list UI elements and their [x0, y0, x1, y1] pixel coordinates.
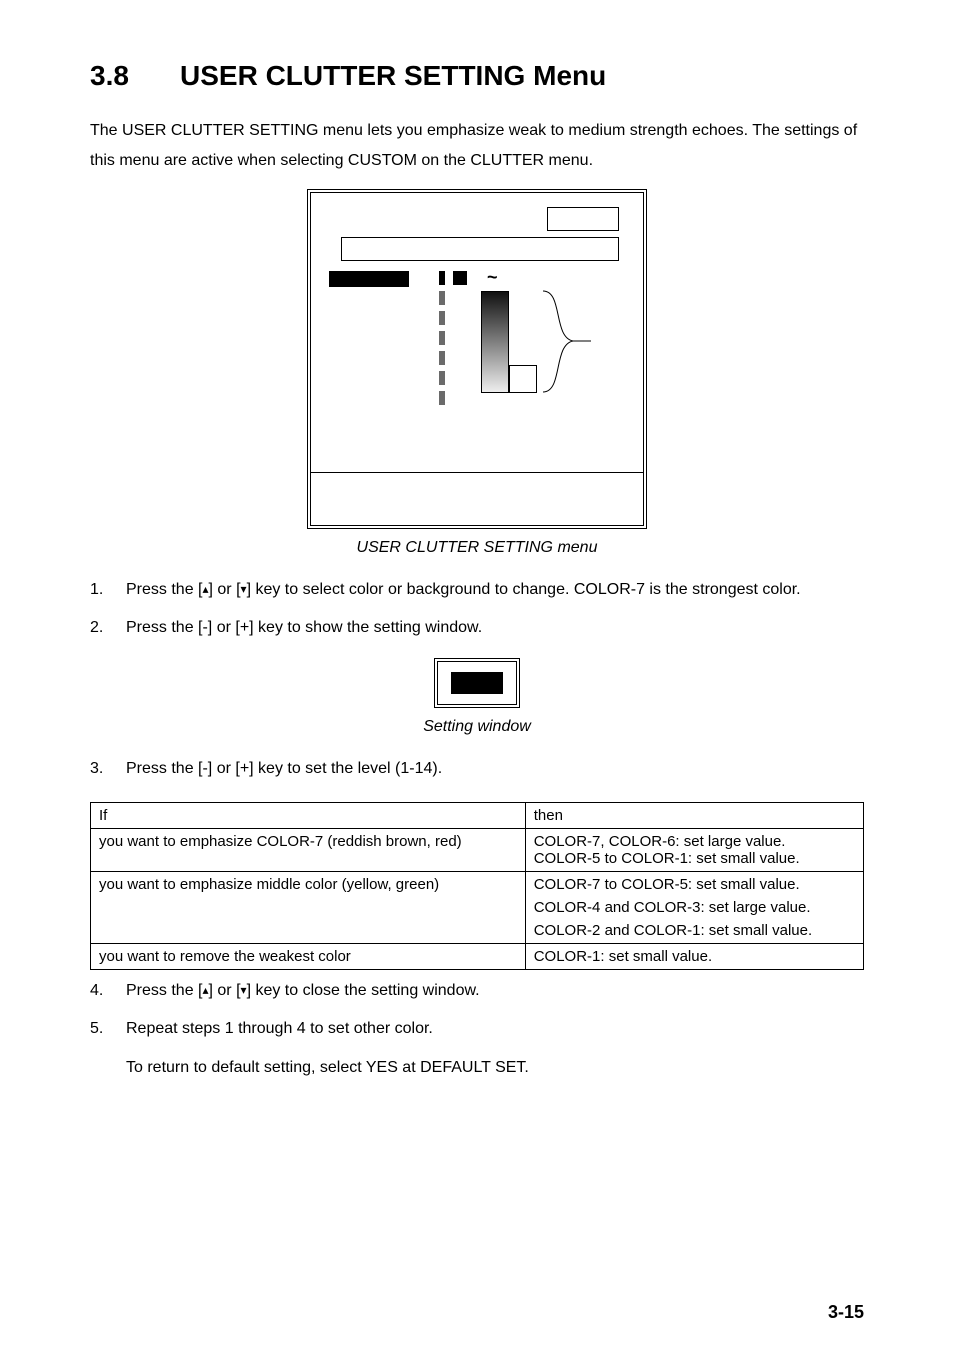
- step-number: 1.: [90, 575, 118, 605]
- figure-gradient-outline: [509, 365, 537, 393]
- figure2-caption: Setting window: [90, 718, 864, 736]
- figure-color-column: [439, 271, 445, 411]
- step-text: Press the [▴] or [▾] key to close the se…: [126, 982, 480, 999]
- table-header-row: If then: [91, 802, 864, 828]
- page-number: 3-15: [828, 1302, 864, 1323]
- figure-color-swatch: [439, 371, 445, 385]
- step-number: 2.: [90, 613, 118, 643]
- section-title-text: USER CLUTTER SETTING Menu: [180, 60, 606, 91]
- step-number: 5.: [90, 1014, 118, 1044]
- figure-color-swatch: [439, 271, 445, 285]
- table-row: you want to emphasize COLOR-7 (reddish b…: [91, 828, 864, 871]
- step-4: 4. Press the [▴] or [▾] key to close the…: [90, 976, 864, 1006]
- step-1: 1. Press the [▴] or [▾] key to select co…: [90, 575, 864, 605]
- section-heading: 3.8USER CLUTTER SETTING Menu: [90, 60, 864, 92]
- table-cell-then: COLOR-7 to COLOR-5: set small value. COL…: [525, 871, 863, 943]
- step-text: Press the [-] or [+] key to show the set…: [126, 619, 482, 636]
- table-row: you want to emphasize middle color (yell…: [91, 871, 864, 943]
- figure-color-swatch: [439, 311, 445, 325]
- table-cell-if: you want to emphasize middle color (yell…: [91, 871, 526, 943]
- step-5-note: To return to default setting, select YES…: [90, 1053, 864, 1083]
- step-number: 4.: [90, 976, 118, 1006]
- figure-box-small: [547, 207, 619, 231]
- figure1-caption: USER CLUTTER SETTING menu: [90, 539, 864, 557]
- section-number: 3.8: [90, 60, 180, 92]
- table-cell-then: COLOR-7, COLOR-6: set large value. COLOR…: [525, 828, 863, 871]
- intro-paragraph: The USER CLUTTER SETTING menu lets you e…: [90, 116, 864, 177]
- table-header-then: then: [525, 802, 863, 828]
- step-number: 3.: [90, 754, 118, 784]
- figure-brace: [541, 289, 591, 394]
- figure-tilde: ~: [487, 267, 498, 288]
- step-text: Repeat steps 1 through 4 to set other co…: [126, 1020, 433, 1037]
- step-5: 5. Repeat steps 1 through 4 to set other…: [90, 1014, 864, 1044]
- step-2: 2. Press the [-] or [+] key to show the …: [90, 613, 864, 643]
- table-cell-then: COLOR-1: set small value.: [525, 943, 863, 969]
- figure-color-swatch: [439, 391, 445, 405]
- figure-selected-bar: [329, 271, 409, 287]
- step-text: Press the [-] or [+] key to set the leve…: [126, 760, 442, 777]
- setting-window-figure: [434, 658, 520, 708]
- step-3: 3. Press the [-] or [+] key to set the l…: [90, 754, 864, 784]
- user-clutter-menu-figure: ~: [307, 189, 647, 529]
- figure-color-swatch: [439, 331, 445, 345]
- figure-gradient-bar: [481, 291, 509, 393]
- figure-color-swatch: [439, 291, 445, 305]
- table-cell-if: you want to remove the weakest color: [91, 943, 526, 969]
- figure-divider: [311, 472, 643, 473]
- figure-top-square: [453, 271, 467, 285]
- table-cell-if: you want to emphasize COLOR-7 (reddish b…: [91, 828, 526, 871]
- table-header-if: If: [91, 802, 526, 828]
- step-text: Press the [▴] or [▾] key to select color…: [126, 581, 801, 598]
- figure-box-wide: [341, 237, 619, 261]
- setting-window-inner: [451, 672, 503, 694]
- table-row: you want to remove the weakest color COL…: [91, 943, 864, 969]
- guidance-table: If then you want to emphasize COLOR-7 (r…: [90, 802, 864, 970]
- figure-color-swatch: [439, 351, 445, 365]
